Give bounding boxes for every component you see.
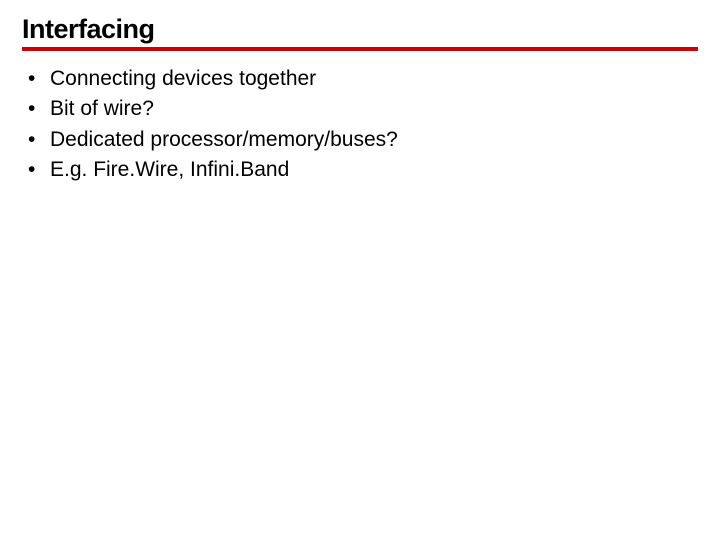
bullet-icon: • (28, 126, 50, 154)
slide: Interfacing • Connecting devices togethe… (0, 0, 720, 540)
list-item: • Dedicated processor/memory/buses? (28, 126, 698, 154)
list-item: • E.g. Fire.Wire, Infini.Band (28, 156, 698, 184)
bullet-text: Dedicated processor/memory/buses? (50, 126, 698, 154)
bullet-text: Bit of wire? (50, 95, 698, 123)
bullet-icon: • (28, 156, 50, 184)
bullet-text: E.g. Fire.Wire, Infini.Band (50, 156, 698, 184)
list-item: • Bit of wire? (28, 95, 698, 123)
list-item: • Connecting devices together (28, 65, 698, 93)
bullet-icon: • (28, 95, 50, 123)
title-block: Interfacing (22, 14, 698, 51)
bullet-list: • Connecting devices together • Bit of w… (22, 65, 698, 184)
slide-title: Interfacing (22, 14, 698, 45)
bullet-text: Connecting devices together (50, 65, 698, 93)
bullet-icon: • (28, 65, 50, 93)
